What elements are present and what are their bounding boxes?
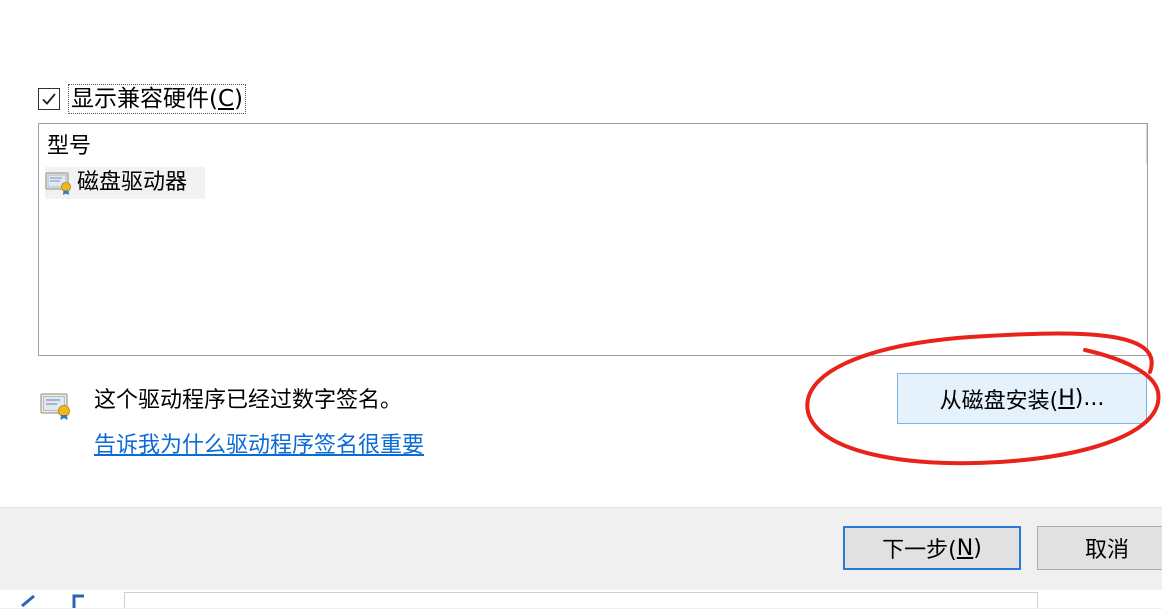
- certificate-icon: [40, 393, 70, 420]
- show-compatible-hardware-checkbox-row[interactable]: 显示兼容硬件(C): [38, 84, 247, 114]
- access-key: H: [1058, 386, 1075, 411]
- access-key: C: [217, 86, 235, 112]
- button-text: 下一步(: [882, 538, 957, 563]
- next-button[interactable]: 下一步(N): [843, 526, 1021, 570]
- driver-signed-text: 这个驱动程序已经过数字签名。: [94, 388, 403, 413]
- access-key: N: [956, 535, 974, 561]
- list-item[interactable]: 磁盘驱动器: [45, 167, 205, 199]
- model-list[interactable]: 型号 磁盘驱动器: [38, 123, 1148, 356]
- driver-certificate-icon: [45, 172, 71, 195]
- show-compatible-hardware-checkbox[interactable]: [38, 88, 60, 110]
- list-scroll-edge: [1146, 124, 1147, 164]
- button-text: 从磁盘安装(: [939, 388, 1059, 414]
- model-column-header: 型号: [47, 134, 92, 159]
- background-window-field: [124, 592, 1038, 608]
- show-compatible-hardware-label[interactable]: 显示兼容硬件(C): [68, 84, 247, 114]
- label-text: 显示兼容硬件(: [71, 86, 218, 112]
- cancel-button[interactable]: 取消: [1037, 526, 1162, 570]
- arrow-icon: [21, 594, 84, 608]
- driver-signing-info-link[interactable]: 告诉我为什么驱动程序签名很重要: [94, 430, 424, 462]
- button-text-end: ): [973, 535, 982, 561]
- checkmark-icon: [42, 93, 56, 105]
- button-text-end: )...: [1074, 386, 1105, 411]
- label-text-end: ): [234, 86, 244, 112]
- model-item-label: 磁盘驱动器: [77, 170, 188, 195]
- have-disk-button[interactable]: 从磁盘安装(H)...: [897, 373, 1147, 424]
